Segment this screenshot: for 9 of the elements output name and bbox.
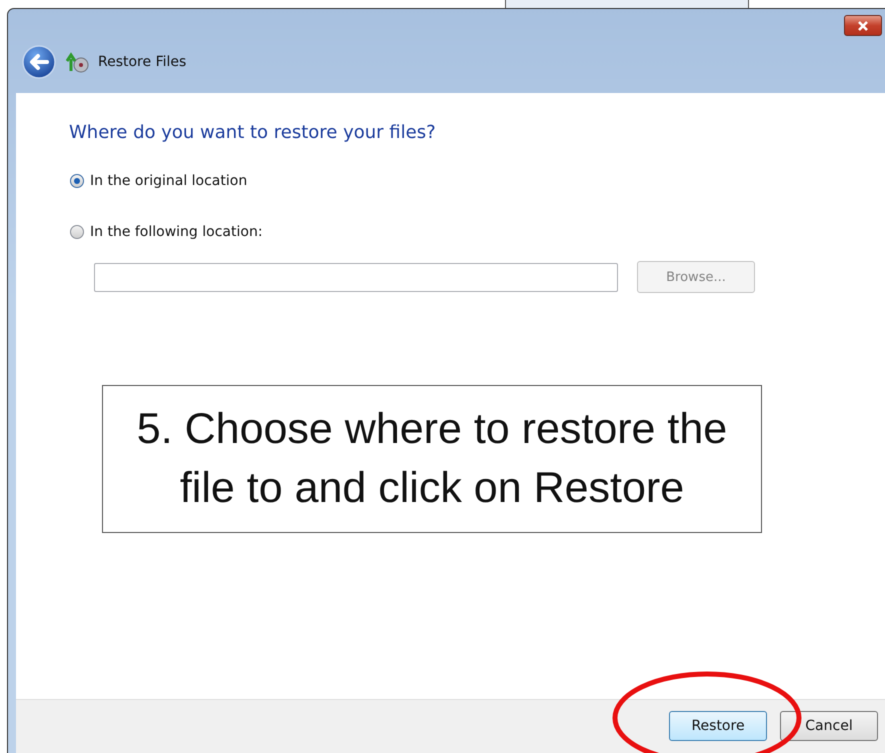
dialog-button[interactable]: Cancel (780, 710, 878, 740)
dialog-button[interactable]: Restore (669, 710, 767, 740)
callout-note: 5. Choose where to restore the file to and click on Restore (102, 385, 762, 533)
radio-option[interactable]: In the following location: (70, 224, 885, 240)
radio-option[interactable]: In the original location (70, 173, 885, 189)
window-title: Restore Files (98, 54, 186, 70)
page-heading: Where do you want to restore your files? (69, 122, 437, 143)
option-label: In the following location: (90, 224, 263, 240)
option-label: In the original location (90, 173, 248, 189)
